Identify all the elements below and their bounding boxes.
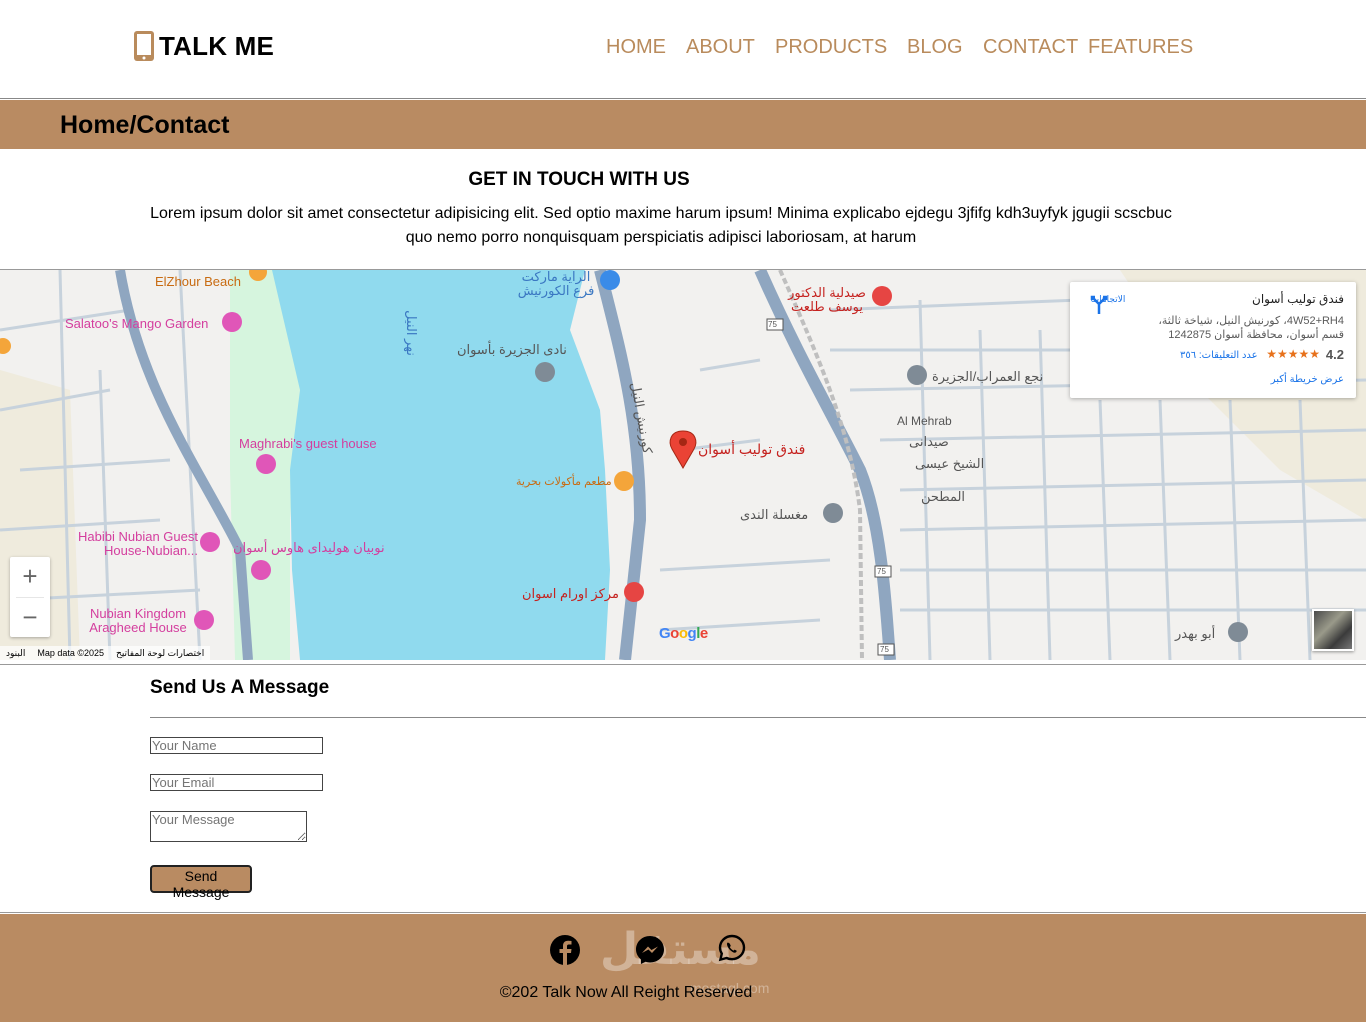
send-message-button[interactable]: Send Message bbox=[150, 865, 252, 900]
message-field[interactable] bbox=[150, 811, 307, 842]
map-label: Al Mehrab bbox=[897, 414, 952, 428]
map-label: نوبيان هوليداى هاوس أسوان bbox=[233, 540, 385, 555]
map-label: مغسلة الندى bbox=[740, 507, 809, 522]
google-logo: Google bbox=[659, 625, 708, 642]
breadcrumb-bar: Home/Contact bbox=[0, 100, 1366, 149]
directions-button[interactable]: الاتجاهات bbox=[1088, 294, 1128, 314]
place-rating: 4.2 bbox=[1325, 347, 1344, 362]
place-address: 4W52+RH4، كورنيش النيل، شياخة ثالثة، قسم… bbox=[1158, 315, 1344, 341]
map-label: Maghrabi's guest house bbox=[239, 436, 377, 451]
facebook-icon[interactable] bbox=[549, 934, 581, 966]
map-data-label: Map data ©2025 bbox=[37, 648, 105, 658]
phone-icon bbox=[134, 31, 154, 61]
nav-contact[interactable]: CONTACT bbox=[983, 36, 1078, 59]
satellite-toggle[interactable] bbox=[1312, 609, 1354, 651]
place-info-card: الاتجاهات فندق توليب أسوان 4W52+RH4، كور… bbox=[1070, 282, 1356, 398]
nav-products[interactable]: PRODUCTS bbox=[775, 36, 887, 59]
place-name: فندق توليب أسوان bbox=[1252, 292, 1344, 306]
reviews-link[interactable]: عدد التعليقات: ٣٥٦ bbox=[1180, 350, 1258, 361]
form-divider bbox=[150, 717, 1366, 718]
breadcrumb: Home/Contact bbox=[60, 111, 230, 139]
directions-icon bbox=[1090, 295, 1108, 314]
map-label: أبو بهدر bbox=[1175, 626, 1216, 641]
map-label: مركز اورام اسوان bbox=[522, 586, 619, 601]
map-label: نهر النيل bbox=[403, 310, 419, 356]
map-label: نادى الجزيرة بأسوان bbox=[457, 342, 567, 357]
divider bbox=[0, 912, 1366, 913]
map-label: الشيخ عيسى bbox=[915, 456, 985, 471]
map-label: الراية ماركت فرع الكورنيش bbox=[517, 270, 595, 298]
nav-blog[interactable]: BLOG bbox=[907, 36, 963, 59]
map-label: نجع العمراب/الجزيرة bbox=[932, 369, 1044, 384]
nav-features[interactable]: FEATURES bbox=[1088, 36, 1193, 59]
nav-home[interactable]: HOME bbox=[606, 36, 666, 59]
whatsapp-icon[interactable] bbox=[718, 934, 746, 962]
divider bbox=[0, 664, 1366, 665]
email-field[interactable] bbox=[150, 774, 323, 791]
intro-paragraph: Lorem ipsum dolor sit amet consectetur a… bbox=[150, 205, 1172, 246]
form-title: Send Us A Message bbox=[150, 677, 330, 698]
location-pin-icon bbox=[669, 430, 697, 469]
logo-text: TALK ME bbox=[159, 30, 275, 61]
zoom-in-button[interactable]: + bbox=[10, 557, 50, 597]
zoom-control: + − bbox=[10, 557, 50, 637]
zoom-out-button[interactable]: − bbox=[10, 598, 50, 638]
map-attribution: البنود Map data ©2025 اختصارات لوحة المف… bbox=[0, 646, 211, 660]
rating-stars-icon: ★★★★★ bbox=[1266, 347, 1320, 361]
map-label: Habibi Nubian Guest House-Nubian... bbox=[78, 529, 198, 558]
route-shield: 75 bbox=[877, 567, 886, 576]
map-label: صيدلية الدكتور يوسف طلعت bbox=[788, 285, 866, 314]
map-label: صيدانى bbox=[909, 434, 949, 449]
section-title: GET IN TOUCH WITH US bbox=[468, 169, 690, 190]
map-label: ElZhour Beach bbox=[155, 274, 241, 289]
route-shield: 75 bbox=[880, 645, 889, 654]
route-shield: 75 bbox=[768, 320, 777, 329]
map-label: Nubian Kingdom Aragheed House bbox=[89, 606, 187, 635]
map-label: فندق توليب أسوان bbox=[698, 441, 806, 457]
map-label: المطحن bbox=[921, 489, 966, 504]
map-label: مطعم مأكولات بحرية bbox=[516, 476, 612, 488]
site-footer: مستقل mostaql.com ©202 Talk Now All Reig… bbox=[0, 914, 1366, 1022]
larger-map-link[interactable]: عرض خريطة أكبر bbox=[1271, 374, 1344, 385]
name-field[interactable] bbox=[150, 737, 323, 754]
keyboard-shortcuts-link[interactable]: اختصارات لوحة المفاتيح bbox=[116, 648, 204, 659]
messenger-icon[interactable] bbox=[634, 934, 666, 966]
nav-about[interactable]: ABOUT bbox=[686, 36, 755, 59]
map-label: Salatoo's Mango Garden bbox=[65, 316, 209, 331]
logo[interactable]: TALK ME bbox=[133, 30, 274, 62]
embedded-map[interactable]: ElZhour Beach Salatoo's Mango Garden Mag… bbox=[0, 270, 1366, 660]
copyright-text: ©202 Talk Now All Reight Reserved bbox=[499, 984, 753, 1001]
terms-link[interactable]: البنود bbox=[6, 648, 25, 659]
site-header: TALK ME HOME ABOUT PRODUCTS BLOG CONTACT… bbox=[0, 0, 1366, 99]
